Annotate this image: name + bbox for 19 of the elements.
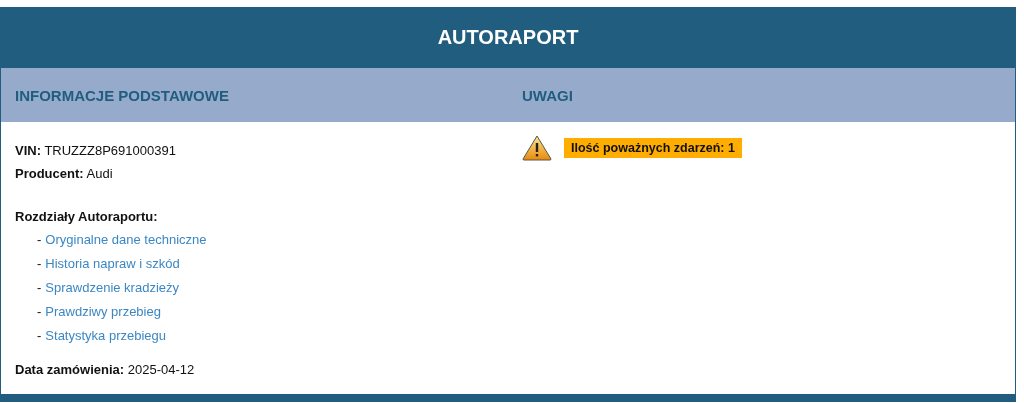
section-heading: UWAGI	[521, 86, 574, 104]
dash: -	[37, 303, 42, 321]
section-link[interactable]: Prawdziwy przebieg	[45, 300, 161, 324]
info-line: Producent: Audi	[15, 165, 114, 183]
warning-icon	[522, 135, 552, 161]
sections-label: Rozdziały Autoraportu:	[15, 208, 159, 226]
dash: -	[37, 279, 42, 297]
dash: -	[37, 231, 42, 249]
info-line: VIN: TRUZZZ8P691000391	[15, 142, 177, 160]
warning-badge: Ilość poważnych zdarzeń: 1	[564, 138, 742, 158]
dash: -	[37, 327, 42, 345]
order-date: Data zamówienia: 2025-04-12	[15, 361, 196, 379]
section-link[interactable]: Statystyka przebiegu	[45, 324, 167, 348]
section-link[interactable]: Historia napraw i szkód	[45, 252, 180, 276]
section-link[interactable]: Sprawdzenie kradzieży	[45, 276, 180, 300]
dash: -	[37, 255, 42, 273]
section-heading: INFORMACJE PODSTAWOWE	[14, 86, 230, 104]
report-title: AUTORAPORT	[437, 26, 579, 49]
section-link[interactable]: Oryginalne dane techniczne	[45, 228, 207, 252]
